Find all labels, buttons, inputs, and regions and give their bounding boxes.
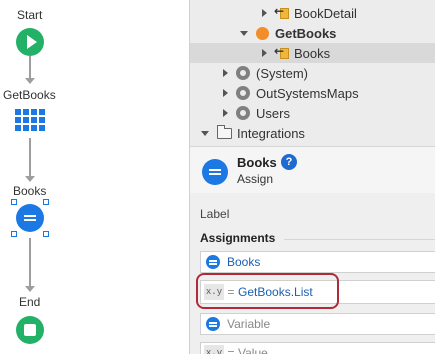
element-type: Assign <box>237 172 274 186</box>
properties-panel: Books ? Assign Label Assignments Books x… <box>190 146 435 354</box>
tree-item-bookdetail[interactable]: BookDetail <box>262 3 357 23</box>
variable-value: Books <box>227 255 261 269</box>
divider <box>284 239 435 240</box>
variable-icon <box>206 317 220 331</box>
equals-sign: = <box>227 346 235 354</box>
collapse-icon[interactable] <box>240 30 248 36</box>
tree-item-label: BookDetail <box>294 5 357 21</box>
element-name: Books <box>237 155 277 170</box>
expand-icon[interactable] <box>223 89 228 97</box>
new-variable-field[interactable]: Variable <box>200 313 435 335</box>
tree-item-getbooks[interactable]: GetBooks <box>240 23 336 43</box>
assignments-title: Assignments <box>200 231 276 245</box>
assign-node-icon[interactable] <box>16 204 44 232</box>
tree-item-label: Users <box>256 105 290 121</box>
selection-handle[interactable] <box>43 231 49 237</box>
tree-item-users[interactable]: Users <box>223 103 290 123</box>
help-icon[interactable]: ? <box>281 154 297 170</box>
highlight-annotation <box>196 273 339 309</box>
end-label: End <box>19 295 41 309</box>
label-field-label: Label <box>200 207 230 221</box>
start-node-icon[interactable] <box>16 28 44 56</box>
assign-icon <box>202 159 228 185</box>
aggregate-icon <box>256 26 269 40</box>
tree-item-label: Integrations <box>237 125 305 141</box>
variable-icon <box>206 255 220 269</box>
tree-item-system[interactable]: (System) <box>223 63 308 83</box>
module-icon <box>236 86 250 100</box>
connector-arrow <box>25 78 35 84</box>
tree-item-label: (System) <box>256 65 308 81</box>
tree-item-label: GetBooks <box>275 25 337 41</box>
output-parameter-icon <box>274 44 289 59</box>
properties-header: Books ? Assign <box>190 147 435 193</box>
expand-icon[interactable] <box>262 9 267 17</box>
aggregate-label: GetBooks <box>3 88 56 102</box>
variable-placeholder: Variable <box>227 317 271 331</box>
collapse-icon[interactable] <box>201 130 209 136</box>
connector-line <box>29 56 31 78</box>
connector-arrow <box>25 286 35 292</box>
selection-handle[interactable] <box>11 199 17 205</box>
connector-arrow <box>25 176 35 182</box>
connector-line <box>29 138 31 176</box>
tree-item-label: Books <box>294 45 331 61</box>
expand-icon[interactable] <box>262 49 267 57</box>
tree-item-outsystemsmaps[interactable]: OutSystemsMaps <box>223 83 359 103</box>
elements-tree[interactable]: BookDetail GetBooks Books (System) OutSy… <box>190 0 435 146</box>
flow-canvas[interactable]: Start GetBooks Books End <box>0 0 189 354</box>
connector-line <box>29 238 31 286</box>
selection-handle[interactable] <box>43 199 49 205</box>
new-value-field[interactable]: x.y = Value <box>200 342 435 354</box>
selection-handle[interactable] <box>11 231 17 237</box>
expand-icon[interactable] <box>223 109 228 117</box>
aggregate-node-icon[interactable] <box>15 109 45 131</box>
expand-icon[interactable] <box>223 69 228 77</box>
tree-item-integrations[interactable]: Integrations <box>201 123 305 143</box>
end-node-icon[interactable] <box>16 316 44 344</box>
tree-item-books[interactable]: Books <box>190 43 435 63</box>
tree-item-label: OutSystemsMaps <box>256 85 359 101</box>
expression-icon: x.y <box>204 345 224 354</box>
assign-label: Books <box>13 184 47 198</box>
start-label: Start <box>17 8 43 22</box>
assignment-variable-field[interactable]: Books <box>200 251 435 273</box>
screen-icon <box>274 4 289 19</box>
module-icon <box>236 66 250 80</box>
folder-icon <box>217 124 232 139</box>
module-icon <box>236 106 250 120</box>
value-placeholder: Value <box>238 346 268 354</box>
